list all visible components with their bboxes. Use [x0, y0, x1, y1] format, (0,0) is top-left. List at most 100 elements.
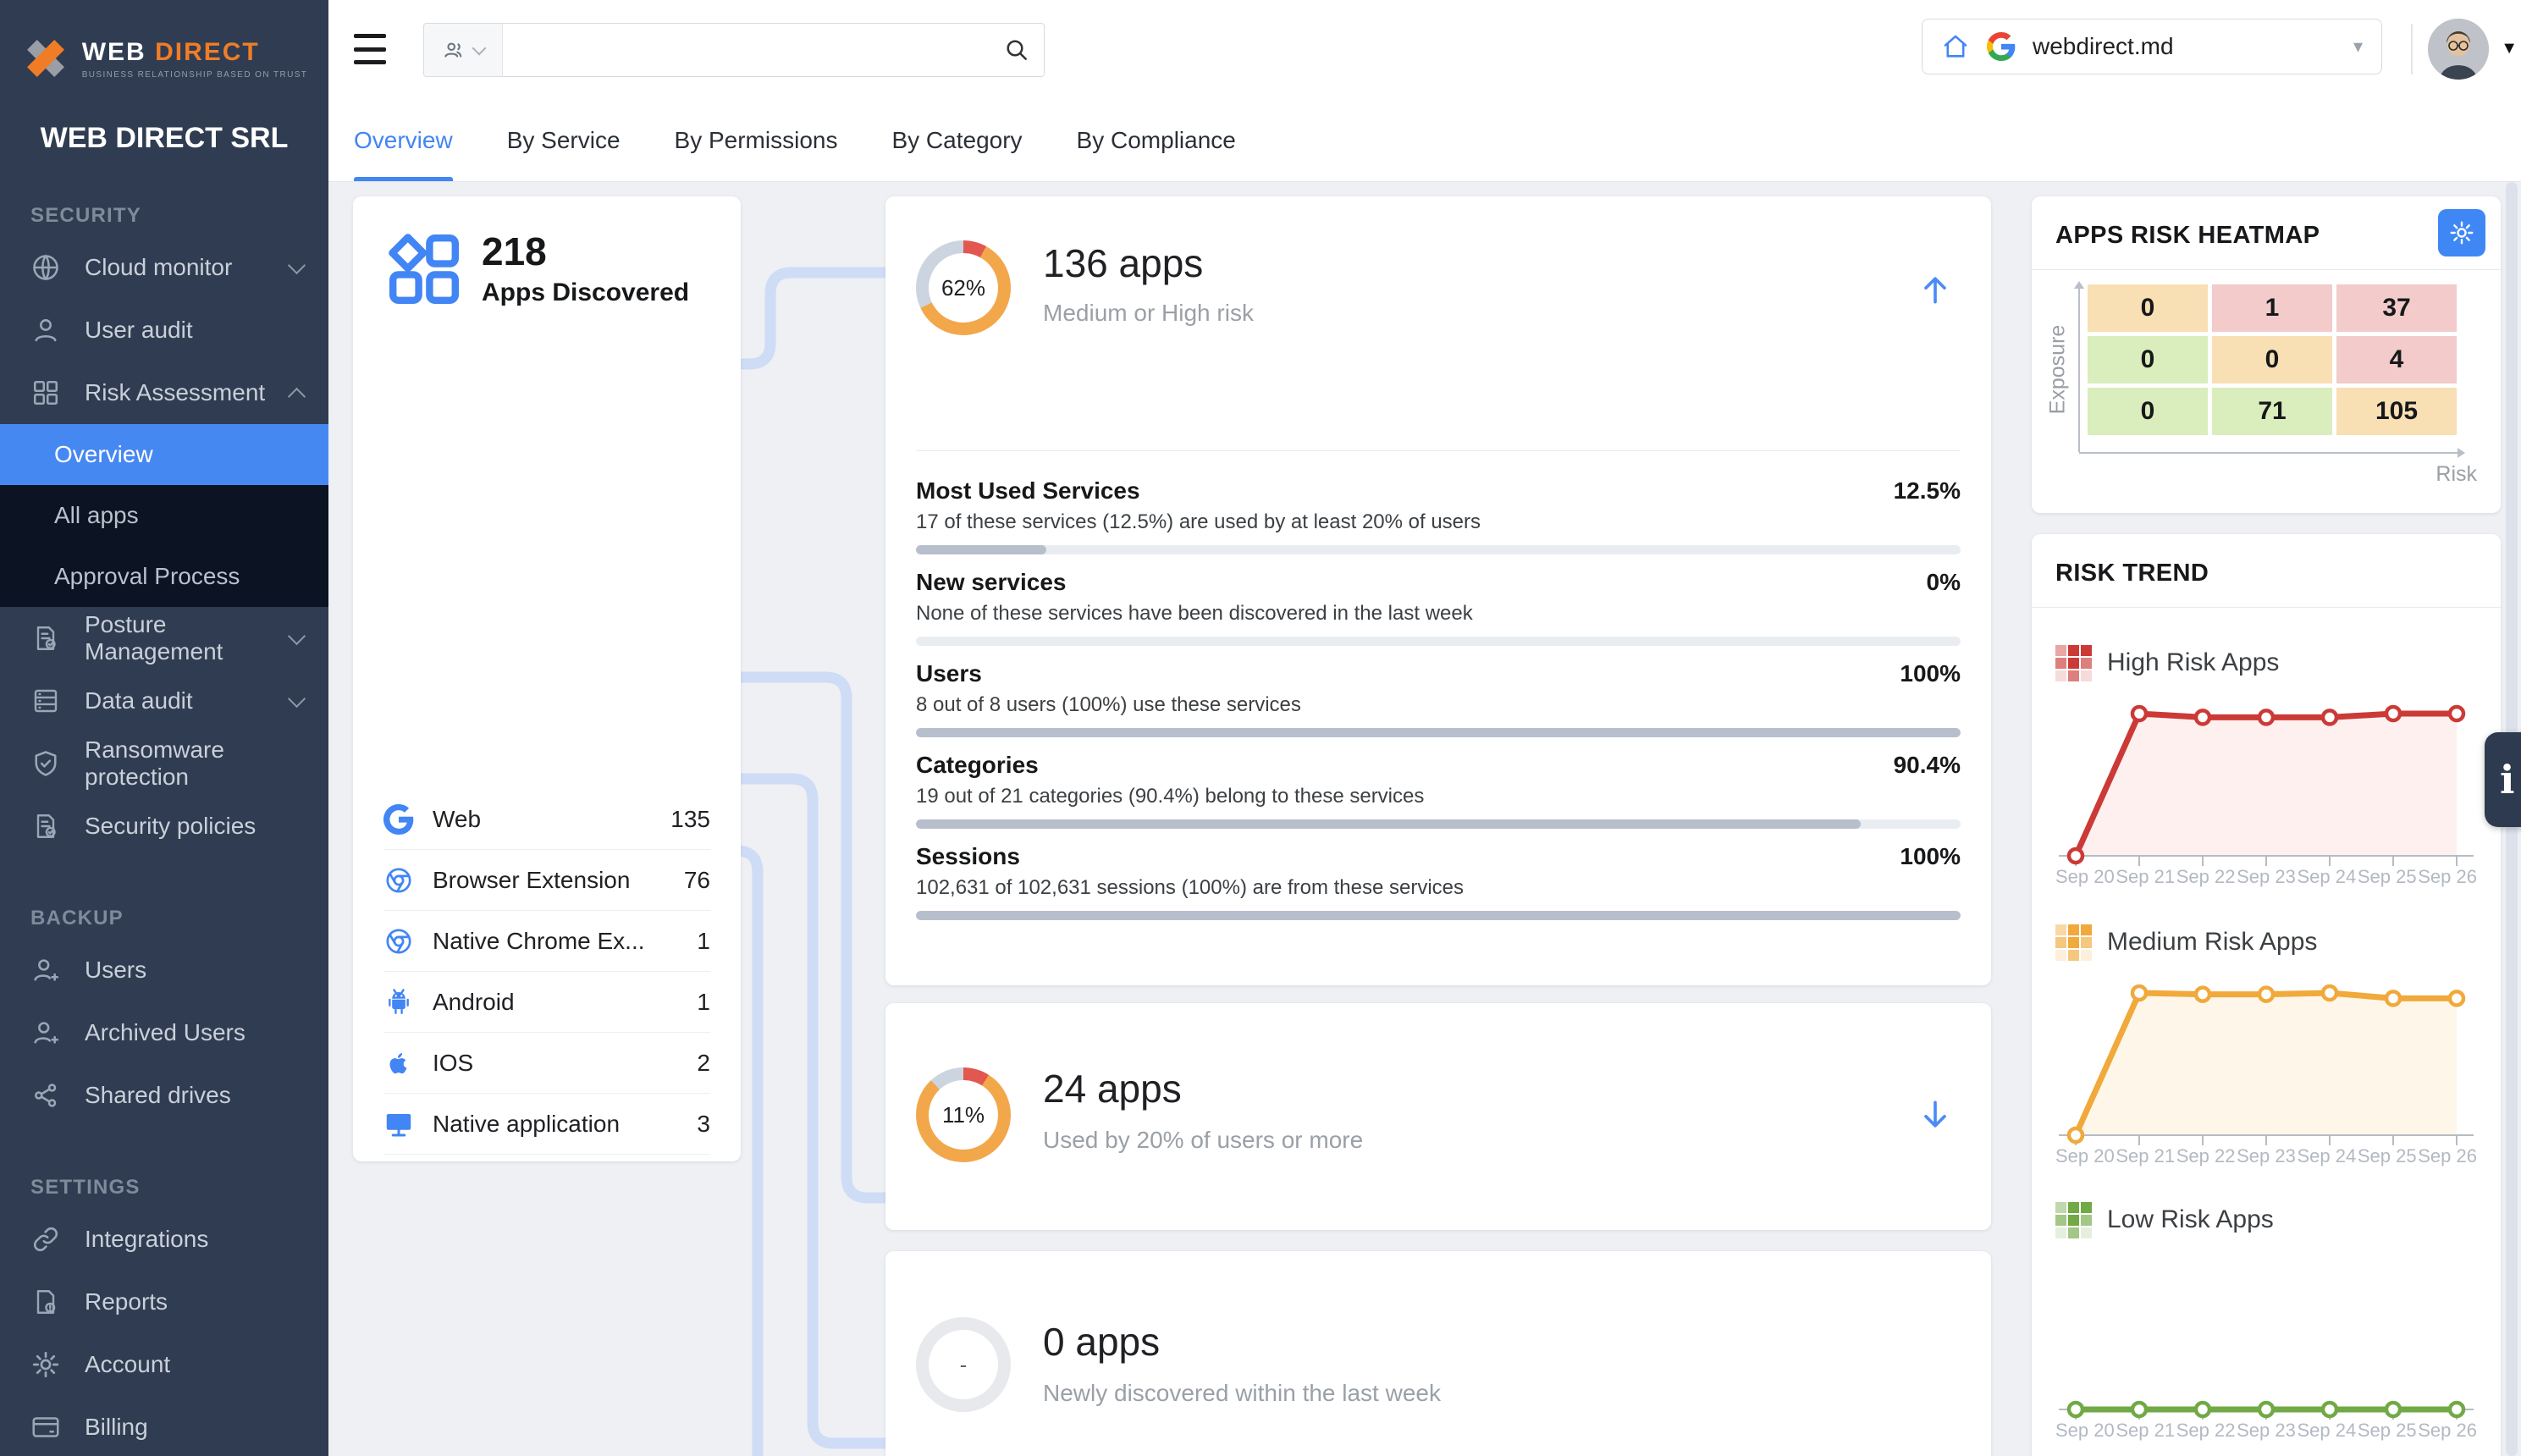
- axis-tick-label: Sep 21: [2116, 1420, 2175, 1442]
- tab-by-permissions[interactable]: By Permissions: [675, 100, 838, 181]
- risk-donut-chart: 62%: [916, 240, 1011, 335]
- sidebar-item-data-audit[interactable]: Data audit: [0, 670, 328, 732]
- sidebar-subitem-approval-process[interactable]: Approval Process: [0, 546, 328, 607]
- monitor-icon: [383, 1109, 414, 1139]
- dashboard-content: 218 Apps Discovered Web 135 Browser Exte…: [328, 182, 2521, 1456]
- risk-trend-title: RISK TREND: [2055, 560, 2209, 587]
- list-item-ios[interactable]: IOS 2: [383, 1033, 710, 1094]
- trend-up-arrow-icon[interactable]: [1917, 271, 1954, 308]
- high-risk-x-axis: Sep 20Sep 21Sep 22Sep 23Sep 24Sep 25Sep …: [2055, 866, 2477, 888]
- heatmap-cell[interactable]: 0: [2088, 336, 2208, 383]
- legend-label: High Risk Apps: [2107, 648, 2279, 677]
- sidebar-item-billing[interactable]: Billing: [0, 1396, 328, 1456]
- sidebar-item-integrations[interactable]: Integrations: [0, 1208, 328, 1271]
- metric-description: 102,631 of 102,631 sessions (100%) are f…: [916, 876, 1961, 900]
- risk-assessment-tabs: Overview By Service By Permissions By Ca…: [328, 100, 2521, 182]
- heatmap-cell[interactable]: 71: [2212, 388, 2332, 435]
- metric-percent: 90.4%: [1894, 752, 1961, 779]
- axis-tick-label: Sep 24: [2298, 1145, 2357, 1167]
- metric-categories: Categories90.4% 19 out of 21 categories …: [916, 752, 1961, 843]
- heatmap-cell[interactable]: 1: [2212, 284, 2332, 332]
- shield-check-icon: [30, 748, 61, 779]
- gear-icon: [30, 1349, 61, 1380]
- high-risk-apps-chart: High Risk Apps: [2055, 644, 2477, 681]
- heatmap-x-axis-label: Risk: [2435, 462, 2477, 487]
- axis-tick-label: Sep 20: [2055, 1145, 2115, 1167]
- gear-icon: [2448, 219, 2475, 246]
- list-item-native-application[interactable]: Native application 3: [383, 1094, 710, 1155]
- connector-lines: [728, 182, 897, 1456]
- grid-icon: [30, 378, 61, 408]
- axis-tick-label: Sep 21: [2116, 1145, 2175, 1167]
- heatmap-grid: 0 1 37 0 0 4 0 71 105: [2088, 284, 2457, 435]
- sidebar-item-risk-assessment[interactable]: Risk Assessment: [0, 361, 328, 424]
- list-item-browser-extension[interactable]: Browser Extension 76: [383, 850, 710, 911]
- metric-sessions: Sessions100% 102,631 of 102,631 sessions…: [916, 843, 1961, 935]
- tab-by-category[interactable]: By Category: [891, 100, 1022, 181]
- sidebar-item-account[interactable]: Account: [0, 1333, 328, 1396]
- sidebar-item-reports[interactable]: Reports: [0, 1271, 328, 1333]
- sidebar: WEB DIRECT BUSINESS RELATIONSHIP BASED O…: [0, 0, 328, 1456]
- trend-down-arrow-icon[interactable]: [1917, 1096, 1954, 1133]
- user-avatar[interactable]: [2428, 19, 2489, 80]
- credit-card-icon: [30, 1412, 61, 1442]
- organization-selector[interactable]: webdirect.md ▾: [1922, 19, 2382, 74]
- newly-discovered-card: - 0 apps Newly discovered within the las…: [885, 1251, 1991, 1456]
- apps-risk-heatmap-card: APPS RISK HEATMAP Exposure 0 1 37 0 0 4 …: [2032, 196, 2501, 513]
- chevron-down-icon: [288, 689, 306, 707]
- progress-bar: [916, 911, 1961, 920]
- list-item-native-chrome-extension[interactable]: Native Chrome Ex... 1: [383, 911, 710, 972]
- medium-high-risk-card: 62% 136 apps Medium or High risk Most Us…: [885, 196, 1991, 985]
- sidebar-subitem-all-apps[interactable]: All apps: [0, 485, 328, 546]
- axis-tick-label: Sep 26: [2418, 1420, 2477, 1442]
- card-title: 0 apps: [1043, 1319, 1160, 1365]
- user-menu-caret-icon[interactable]: ▼: [2501, 39, 2518, 58]
- metric-users: Users100% 8 out of 8 users (100%) use th…: [916, 660, 1961, 752]
- top-bar: webdirect.md ▾ ▼: [328, 0, 2521, 100]
- heatmap-title: APPS RISK HEATMAP: [2055, 222, 2320, 250]
- card-title: 136 apps: [1043, 240, 1203, 286]
- axis-tick-label: Sep 23: [2237, 1420, 2296, 1442]
- medium-risk-apps-chart: Medium Risk Apps: [2055, 924, 2477, 961]
- user-icon: [30, 315, 61, 345]
- menu-toggle-button[interactable]: [354, 34, 386, 64]
- chevron-down-icon: [472, 41, 487, 56]
- list-item-android[interactable]: Android 1: [383, 972, 710, 1033]
- sidebar-item-posture-management[interactable]: Posture Management: [0, 607, 328, 670]
- heatmap-cell[interactable]: 0: [2088, 388, 2208, 435]
- info-icon: i: [2500, 757, 2514, 802]
- sidebar-item-ransomware-protection[interactable]: Ransomware protection: [0, 732, 328, 795]
- sidebar-item-shared-drives[interactable]: Shared drives: [0, 1064, 328, 1127]
- tab-by-service[interactable]: By Service: [507, 100, 621, 181]
- axis-tick-label: Sep 23: [2237, 1145, 2296, 1167]
- sidebar-item-user-audit[interactable]: User audit: [0, 299, 328, 361]
- list-item-web[interactable]: Web 135: [383, 789, 710, 850]
- heatmap-cell[interactable]: 105: [2336, 388, 2457, 435]
- tab-overview[interactable]: Overview: [354, 100, 453, 181]
- metric-description: None of these services have been discove…: [916, 602, 1961, 626]
- search-scope-dropdown[interactable]: [424, 24, 503, 76]
- section-label-backup: BACKUP: [30, 907, 328, 930]
- heatmap-cell[interactable]: 4: [2336, 336, 2457, 383]
- used-by-users-card: 11% 24 apps Used by 20% of users or more: [885, 1003, 1991, 1230]
- heatmap-cell[interactable]: 0: [2212, 336, 2332, 383]
- metric-new-services: New services0% None of these services ha…: [916, 569, 1961, 660]
- search-button[interactable]: [990, 24, 1044, 76]
- home-icon: [1941, 32, 1970, 61]
- sidebar-item-archived-users[interactable]: Archived Users: [0, 1001, 328, 1064]
- search-input[interactable]: [503, 24, 990, 76]
- heatmap-cell[interactable]: 0: [2088, 284, 2208, 332]
- google-logo-icon: [1987, 32, 2016, 61]
- info-tab-button[interactable]: i: [2485, 732, 2521, 827]
- low-risk-legend-icon: [2055, 1202, 2092, 1238]
- tab-by-compliance[interactable]: By Compliance: [1077, 100, 1236, 181]
- sidebar-subitem-overview[interactable]: Overview: [0, 424, 328, 485]
- chrome-icon: [383, 926, 414, 957]
- chevron-up-icon: [288, 387, 306, 405]
- heatmap-cell[interactable]: 37: [2336, 284, 2457, 332]
- sidebar-item-cloud-monitor[interactable]: Cloud monitor: [0, 236, 328, 299]
- sidebar-item-users[interactable]: Users: [0, 939, 328, 1001]
- heatmap-settings-button[interactable]: [2438, 209, 2485, 256]
- sidebar-item-security-policies[interactable]: Security policies: [0, 795, 328, 858]
- organization-name: webdirect.md: [2033, 33, 2336, 60]
